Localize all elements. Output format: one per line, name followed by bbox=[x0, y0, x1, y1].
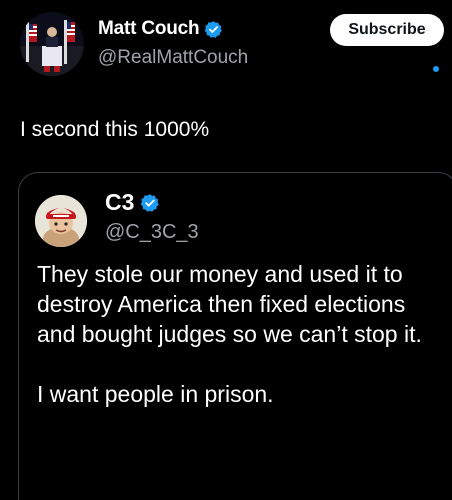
author-name-text[interactable]: Matt Couch bbox=[98, 18, 200, 40]
verified-badge-icon bbox=[205, 20, 223, 38]
quoted-author-handle[interactable]: @C_3C_3 bbox=[105, 221, 199, 244]
unread-indicator-dot bbox=[433, 66, 439, 72]
quoted-avatar-photo bbox=[35, 195, 87, 247]
avatar-photo bbox=[20, 12, 84, 76]
quoted-author-name[interactable]: C3 bbox=[105, 189, 160, 216]
subscribe-button[interactable]: Subscribe bbox=[330, 14, 444, 46]
author-handle[interactable]: @RealMattCouch bbox=[98, 47, 248, 69]
quoted-author-avatar[interactable] bbox=[35, 195, 87, 247]
quoted-tweet-body: They stole our money and used it to dest… bbox=[37, 259, 447, 409]
quoted-author-name-text[interactable]: C3 bbox=[105, 189, 134, 216]
quoted-tweet-paragraph: They stole our money and used it to dest… bbox=[37, 261, 422, 347]
author-avatar[interactable] bbox=[20, 12, 84, 76]
verified-badge-icon bbox=[141, 193, 160, 212]
tweet-text: I second this 1000% bbox=[20, 118, 210, 141]
quoted-tweet-card[interactable]: C3 @C_3C_3 They stole our money and used… bbox=[18, 172, 452, 500]
author-name[interactable]: Matt Couch bbox=[98, 18, 223, 40]
tweet-view: Matt Couch @RealMattCouch Subscribe I se… bbox=[0, 0, 452, 500]
quoted-tweet-paragraph: I want people in prison. bbox=[37, 381, 274, 407]
